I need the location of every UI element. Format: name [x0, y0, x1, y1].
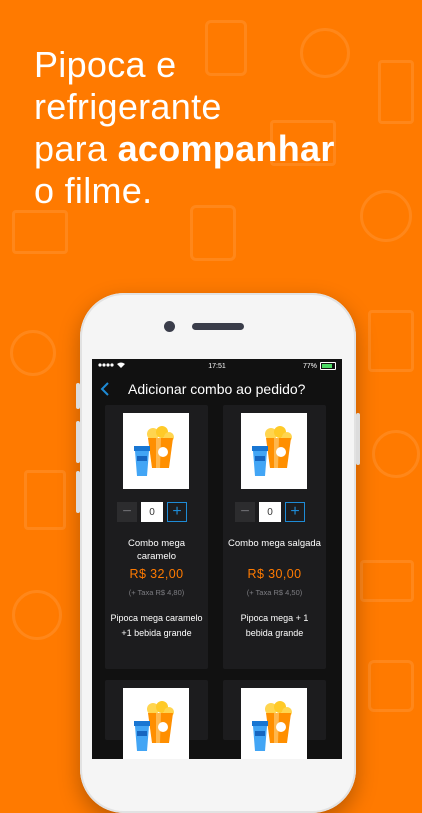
front-camera	[164, 321, 175, 332]
popcorn-combo-icon	[134, 701, 174, 751]
combo-name: Combo mega salgada	[228, 538, 321, 549]
background-doodle	[190, 205, 236, 261]
headline-line-2: refrigerante	[34, 86, 222, 127]
page-title: Adicionar combo ao pedido?	[128, 381, 306, 397]
battery-icon	[320, 362, 336, 370]
background-doodle	[378, 60, 414, 124]
combo-card: − 0 + Combo mega caramelo R$ 32,00 (+ Ta…	[105, 405, 208, 669]
decrease-button[interactable]: −	[235, 502, 255, 522]
combo-price: R$ 30,00	[247, 567, 302, 581]
phone-screen: 17:51 77% Adicionar combo ao pedido? − 0…	[92, 359, 342, 759]
phone-side-button	[76, 383, 80, 409]
quantity-field[interactable]: 0	[141, 502, 163, 522]
background-doodle	[372, 430, 420, 478]
phone-side-button	[76, 421, 80, 463]
combo-card: − 0 + Combo mega salgada R$ 30,00 (+ Tax…	[223, 405, 326, 669]
phone-power-button	[356, 413, 360, 465]
wifi-icon	[117, 362, 125, 370]
status-bar: 17:51 77%	[92, 359, 342, 373]
quantity-stepper: − 0 +	[235, 502, 305, 522]
combo-tax: (+ Taxa R$ 4,80)	[128, 588, 185, 597]
background-doodle	[360, 560, 414, 602]
background-doodle	[12, 210, 68, 254]
headline-line-4: o filme.	[34, 170, 153, 211]
background-doodle	[12, 590, 62, 640]
combo-image	[123, 688, 189, 759]
increase-button[interactable]: +	[285, 502, 305, 522]
increase-button[interactable]: +	[167, 502, 187, 522]
status-time: 17:51	[208, 362, 226, 370]
nav-bar: Adicionar combo ao pedido?	[92, 373, 342, 405]
earpiece-speaker	[192, 323, 244, 330]
quantity-field[interactable]: 0	[259, 502, 281, 522]
combo-price: R$ 32,00	[129, 567, 184, 581]
background-doodle	[368, 660, 414, 712]
popcorn-combo-icon	[134, 426, 174, 476]
background-doodle	[24, 470, 66, 530]
chevron-left-icon[interactable]	[100, 382, 122, 396]
background-doodle	[360, 190, 412, 242]
popcorn-combo-icon	[252, 701, 292, 751]
headline: Pipoca e refrigerante para acompanhar o …	[34, 44, 335, 212]
headline-line-1: Pipoca e	[34, 44, 177, 85]
headline-line-3-prefix: para	[34, 128, 118, 169]
decrease-button[interactable]: −	[117, 502, 137, 522]
quantity-stepper: − 0 +	[117, 502, 187, 522]
combo-image	[241, 413, 307, 489]
background-doodle	[10, 330, 56, 376]
battery-percent: 77%	[302, 362, 317, 370]
combo-name: Combo mega caramelo	[127, 538, 186, 562]
headline-line-3-bold: acompanhar	[117, 128, 335, 169]
combo-image	[123, 413, 189, 489]
phone-side-button	[76, 471, 80, 513]
combo-tax: (+ Taxa R$ 4,50)	[246, 588, 303, 597]
combo-image	[241, 688, 307, 759]
combo-card	[223, 680, 326, 759]
popcorn-combo-icon	[252, 426, 292, 476]
background-doodle	[368, 310, 414, 372]
combo-description: Pipoca mega + 1 bebida grande	[240, 613, 309, 638]
signal-icon	[98, 362, 114, 370]
phone-frame: 17:51 77% Adicionar combo ao pedido? − 0…	[76, 293, 360, 813]
combo-card	[105, 680, 208, 759]
combo-description: Pipoca mega caramelo +1 bebida grande	[110, 613, 203, 638]
